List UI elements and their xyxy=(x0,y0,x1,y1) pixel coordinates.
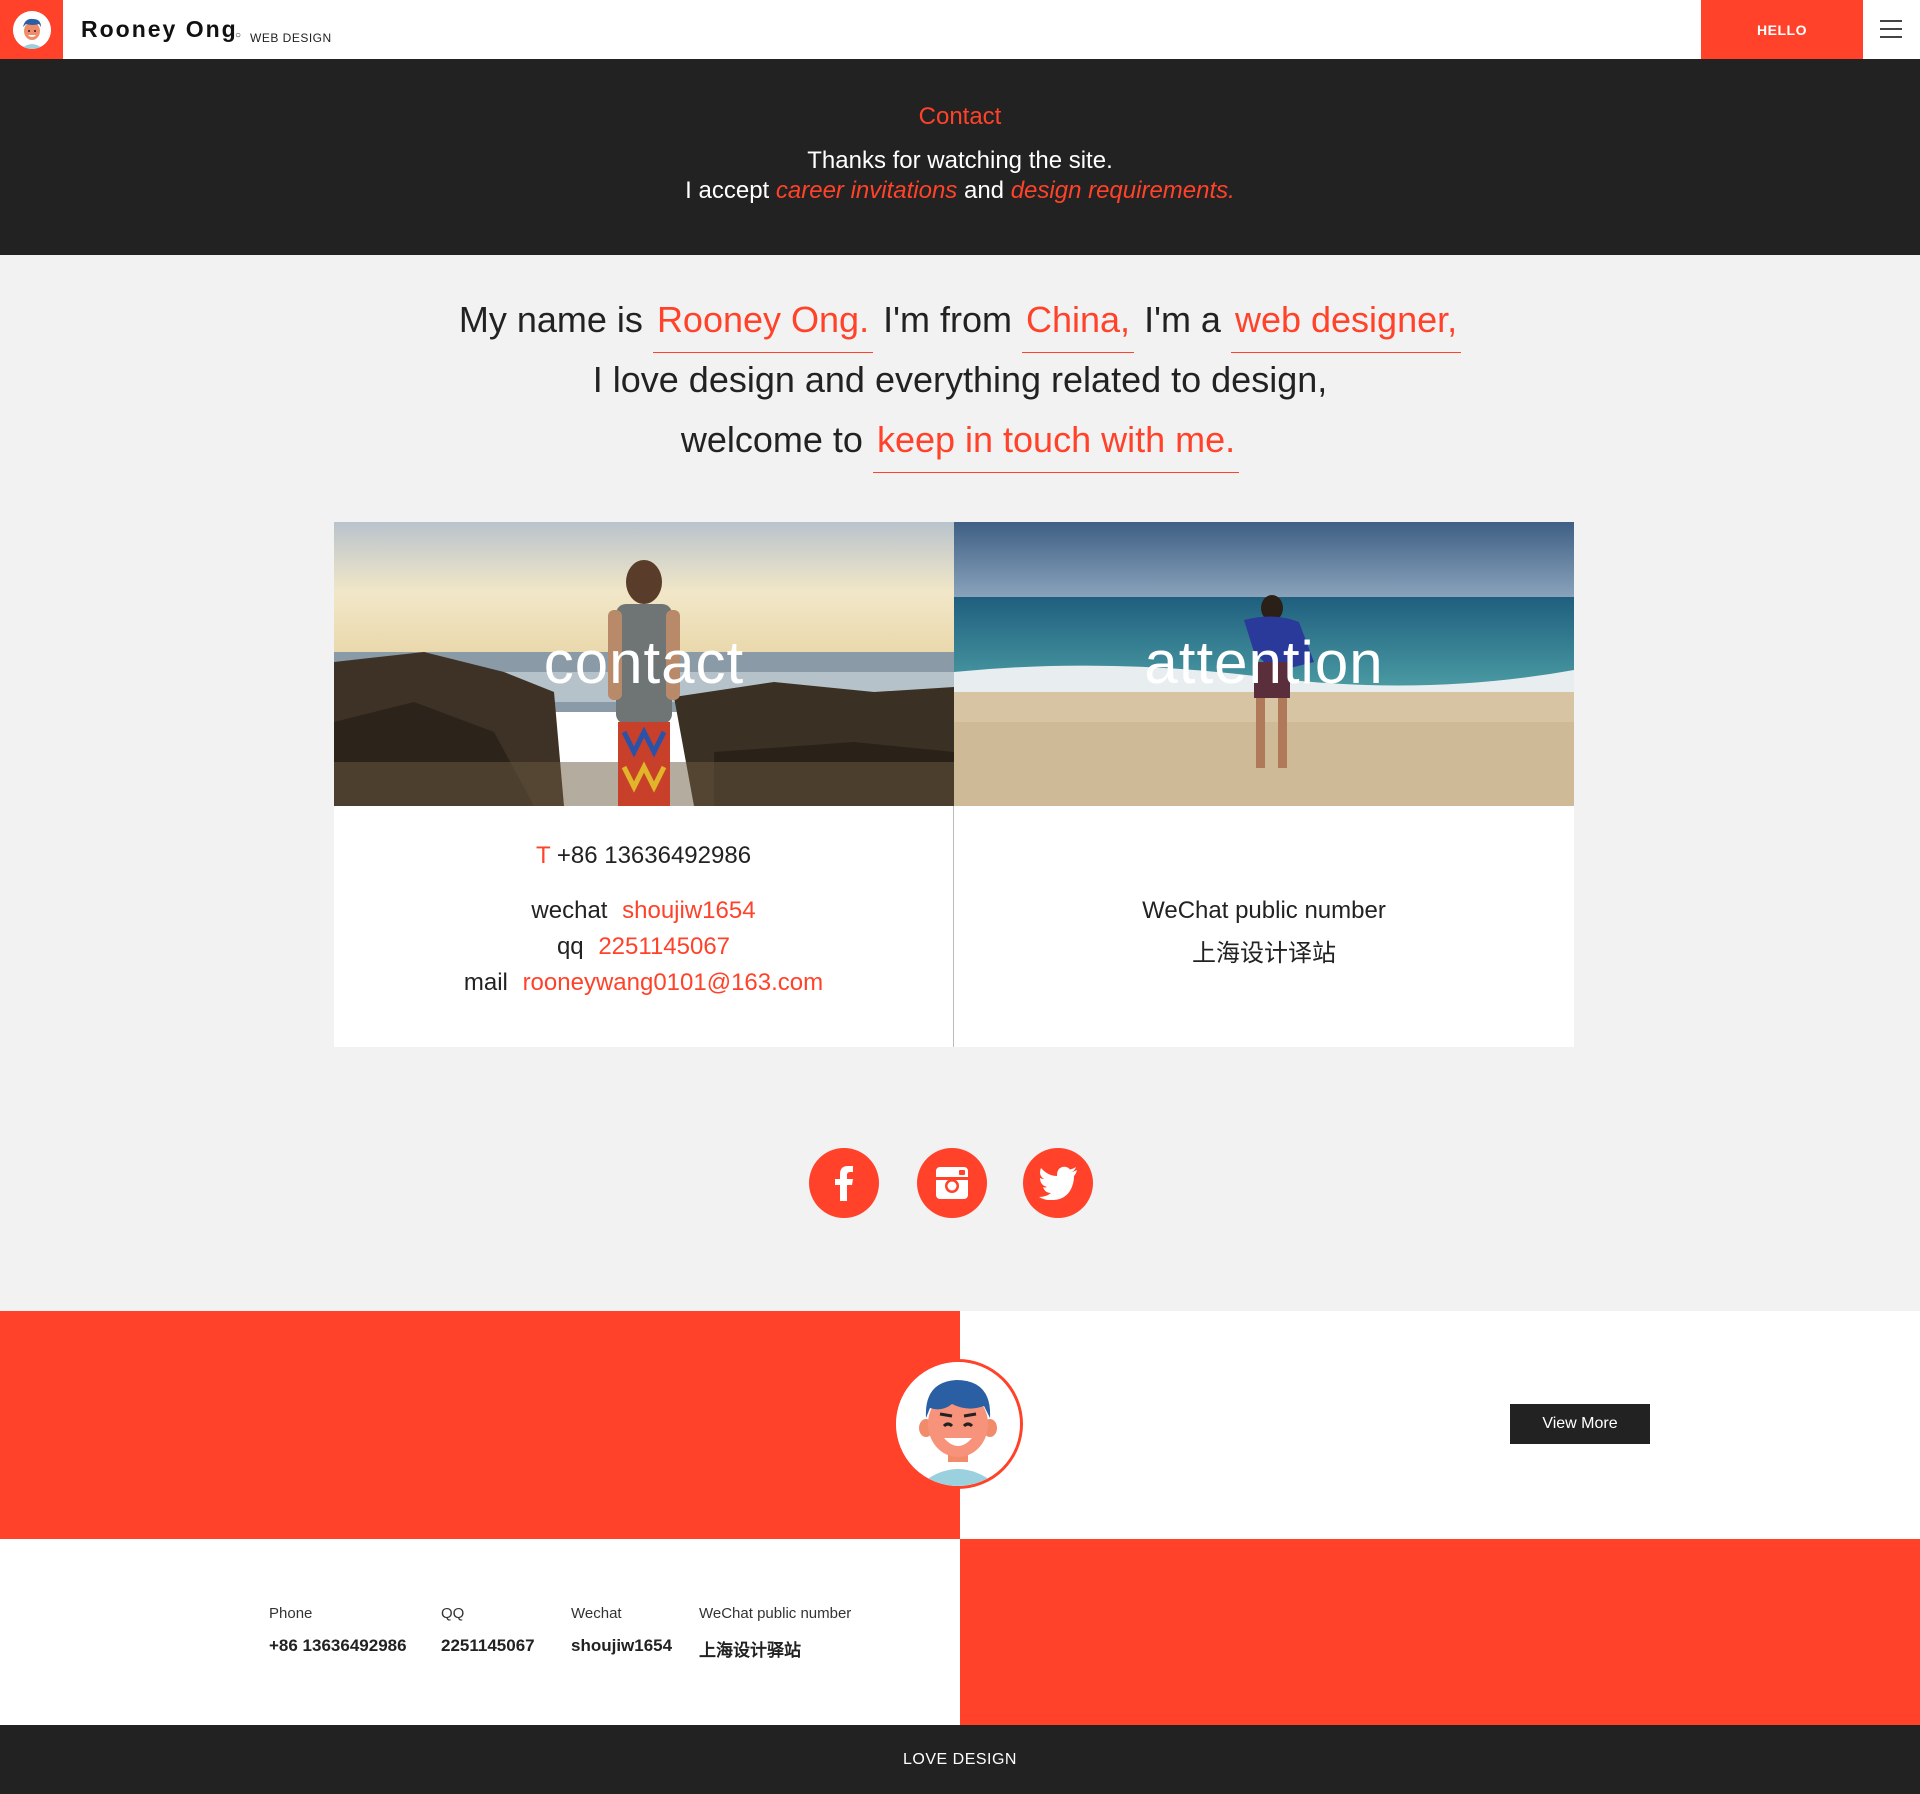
mail-line: mail rooneywang0101@163.com xyxy=(334,969,953,997)
footer-wechat-label: Wechat xyxy=(571,1605,622,1622)
attention-label: attention xyxy=(1144,629,1384,696)
footer-qq-label: QQ xyxy=(441,1605,465,1622)
intro-text: My name is Rooney Ong. I'm from China, I… xyxy=(0,290,1920,473)
contact-card: contact T +86 13636492986 wechat shoujiw… xyxy=(334,522,954,1047)
profile-band-right xyxy=(960,1311,1920,1539)
hello-button[interactable]: HELLO xyxy=(1701,0,1863,59)
instagram-icon[interactable] xyxy=(917,1148,987,1218)
role-highlight: web designer, xyxy=(1230,299,1462,353)
qq-label: qq xyxy=(556,933,584,960)
country-highlight: China, xyxy=(1021,299,1135,353)
intro-line-1: My name is Rooney Ong. I'm from China, I… xyxy=(0,290,1920,353)
wechat-public-name: 上海设计译站 xyxy=(1192,940,1336,967)
top-nav-bar: Rooney Ong ○ WEB DESIGN HELLO xyxy=(0,0,1920,59)
phone-prefix: T xyxy=(535,842,551,869)
contact-photo: contact xyxy=(334,522,954,806)
intro-text-part: I'm from xyxy=(883,299,1012,340)
brand-dot-icon: ○ xyxy=(235,30,242,41)
footer-public-label: WeChat public number xyxy=(699,1605,852,1622)
intro-text-part: My name is xyxy=(458,299,643,340)
contact-cards: contact T +86 13636492986 wechat shoujiw… xyxy=(334,522,1574,1047)
phone-number[interactable]: +86 13636492986 xyxy=(557,842,751,869)
career-invitations-link[interactable]: career invitations xyxy=(776,177,957,204)
phone-line: T +86 13636492986 xyxy=(334,842,953,870)
footer-qq-value: 2251145067 xyxy=(441,1636,535,1655)
footer-public: WeChat public number 上海设计驿站 xyxy=(699,1605,851,1661)
qq-number[interactable]: 2251145067 xyxy=(598,933,730,960)
intro-line-2: I love design and everything related to … xyxy=(592,359,1328,400)
banner-line-2: I accept career invitations and design r… xyxy=(0,177,1920,205)
footer: LOVE DESIGN xyxy=(0,1725,1920,1794)
brand-subtitle: WEB DESIGN xyxy=(250,31,332,45)
hamburger-menu-icon[interactable] xyxy=(1880,18,1902,40)
footer-phone-value: +86 13636492986 xyxy=(269,1636,407,1655)
footer-phone-label: Phone xyxy=(269,1605,313,1622)
wechat-id[interactable]: shoujiw1654 xyxy=(622,897,755,924)
wechat-line: wechat shoujiw1654 xyxy=(334,897,953,925)
banner-title: Contact xyxy=(918,103,1002,130)
footer-qq: QQ 2251145067 xyxy=(441,1605,535,1656)
intro-text-part: I'm a xyxy=(1144,299,1221,340)
facebook-icon[interactable] xyxy=(809,1148,879,1218)
attention-photo: attention xyxy=(954,522,1574,806)
design-requirements-link[interactable]: design requirements. xyxy=(1011,177,1235,204)
intro-text-part: welcome to xyxy=(680,419,863,460)
footer-wechat: Wechat shoujiw1654 xyxy=(571,1605,672,1656)
qq-line: qq 2251145067 xyxy=(334,933,953,961)
footer-public-value: 上海设计驿站 xyxy=(699,1641,801,1660)
avatar-icon xyxy=(12,10,51,49)
logo[interactable] xyxy=(0,0,63,59)
contact-label: contact xyxy=(543,629,745,696)
wechat-label: wechat xyxy=(531,897,608,924)
banner-line-1: Thanks for watching the site. xyxy=(807,147,1113,174)
intro-line-3: welcome to keep in touch with me. xyxy=(0,410,1920,473)
banner-text: and xyxy=(963,177,1005,204)
contact-banner: Contact Thanks for watching the site. I … xyxy=(0,59,1920,255)
wechat-public-label: WeChat public number xyxy=(1142,897,1386,924)
footer-wechat-value: shoujiw1654 xyxy=(571,1636,673,1655)
keep-in-touch-highlight[interactable]: keep in touch with me. xyxy=(872,419,1240,473)
brand-name[interactable]: Rooney Ong xyxy=(81,16,238,43)
mail-label: mail xyxy=(463,969,508,996)
footer-phone: Phone +86 13636492986 xyxy=(269,1605,407,1656)
twitter-icon[interactable] xyxy=(1023,1148,1093,1218)
attention-card: attention WeChat public number 上海设计译站 xyxy=(954,522,1574,1047)
accent-block xyxy=(960,1539,1920,1725)
avatar[interactable] xyxy=(893,1359,1023,1489)
banner-text: I accept xyxy=(685,177,770,204)
view-more-button[interactable]: View More xyxy=(1510,1404,1650,1444)
name-highlight: Rooney Ong. xyxy=(652,299,874,353)
mail-address[interactable]: rooneywang0101@163.com xyxy=(523,969,824,996)
profile-band-left xyxy=(0,1311,960,1539)
